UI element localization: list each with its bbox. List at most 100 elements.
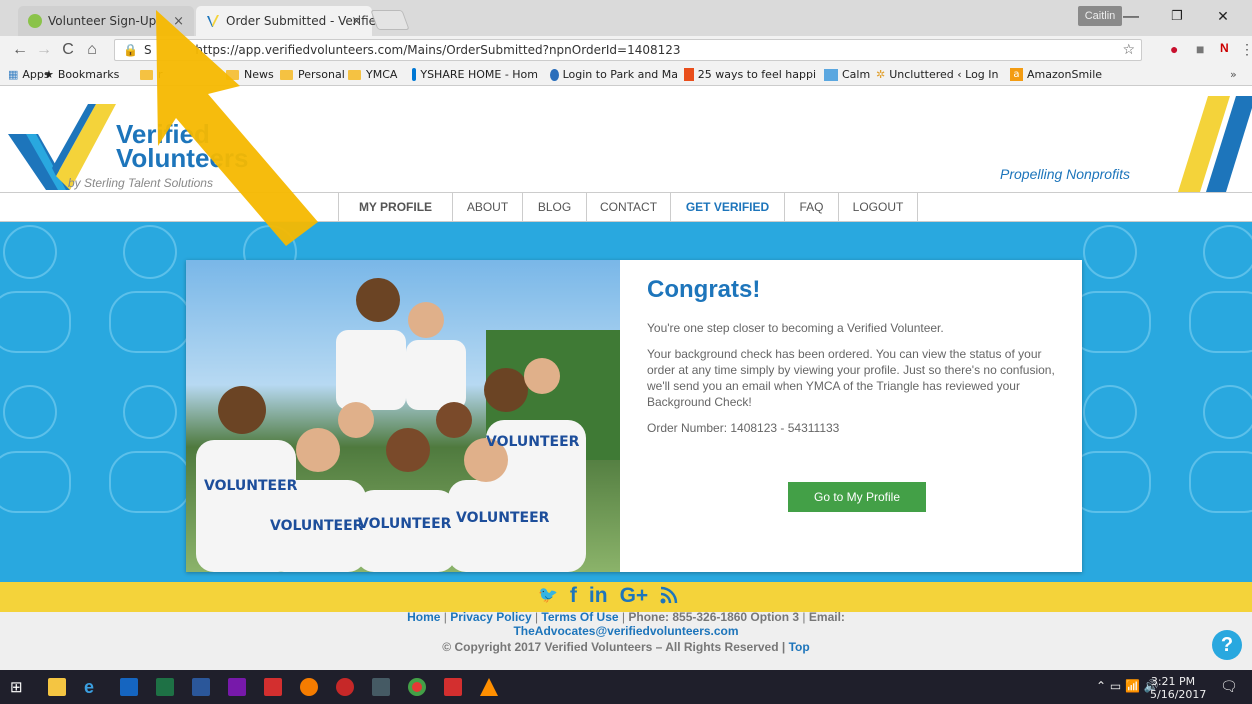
chrome-icon[interactable] — [408, 678, 426, 696]
bookmark-ymca[interactable]: YMCA — [348, 68, 397, 81]
facebook-icon[interactable]: f — [570, 582, 577, 612]
maximize-button[interactable]: ❐ — [1154, 8, 1200, 24]
extension-icon[interactable]: ■ — [1196, 41, 1204, 57]
star-icon[interactable]: ☆ — [1122, 40, 1135, 60]
footer-copyright: © Copyright 2017 Verified Volunteers – A… — [0, 640, 1252, 654]
word-icon[interactable] — [192, 678, 210, 696]
new-tab-button[interactable] — [370, 10, 410, 30]
logo-wordmark[interactable]: Verified Volunteers — [116, 121, 248, 171]
forward-button[interactable]: → — [32, 41, 56, 59]
volunteers-photo: VOLUNTEER VOLUNTEER VOLUNTEER VOLUNTEER … — [186, 260, 620, 572]
footer-link-top[interactable]: Top — [789, 640, 810, 654]
bookmark-bookmarks[interactable]: ★ Bookmarks — [44, 68, 119, 81]
bookmark-happiness[interactable]: 25 ways to feel happi — [684, 68, 816, 81]
outlook-icon[interactable] — [120, 678, 138, 696]
googleplus-icon[interactable]: G+ — [620, 582, 649, 612]
hero-section: VOLUNTEER VOLUNTEER VOLUNTEER VOLUNTEER … — [0, 222, 1252, 582]
logo-subtitle: by Sterling Talent Solutions — [68, 176, 213, 190]
file-explorer-icon[interactable] — [48, 678, 66, 696]
footer-links: Home | Privacy Policy | Terms Of Use | P… — [407, 610, 845, 638]
tab-volunteer-signup[interactable]: Volunteer Sign-Up × — [18, 6, 194, 36]
nav-contact[interactable]: CONTACT — [586, 193, 670, 222]
footer-link-terms[interactable]: Terms Of Use — [541, 610, 618, 624]
nav-get-verified[interactable]: GET VERIFIED — [670, 193, 784, 222]
tab-label: Volunteer Sign-Up — [48, 14, 157, 28]
sun-icon — [684, 68, 694, 81]
notifications-icon[interactable]: 🗨 — [1220, 679, 1238, 695]
menu-icon[interactable]: ⋮ — [1240, 41, 1252, 58]
bookmark-label: Calm — [842, 68, 871, 81]
home-button[interactable]: ⌂ — [80, 41, 104, 59]
clock[interactable]: 3:21 PM 5/16/2017 — [1150, 675, 1207, 701]
url-text: https://app.verifiedvolunteers.com/Mains… — [195, 43, 681, 57]
chrome-canary-icon[interactable] — [300, 678, 318, 696]
bookmark-label: Uncluttered ‹ Log In — [889, 68, 999, 81]
close-icon[interactable]: × — [351, 14, 362, 29]
help-button[interactable]: ? — [1212, 630, 1242, 660]
bookmark-label: YMCA — [366, 68, 398, 81]
star-icon: ★ — [44, 68, 54, 81]
main-nav: MY PROFILE ABOUT BLOG CONTACT GET VERIFI… — [0, 192, 1252, 222]
address-bar[interactable]: 🔒 S https://app.verifiedvolunteers.com/Ma… — [114, 39, 1142, 61]
body-text: Your background check has been ordered. … — [647, 347, 1055, 409]
remote-desktop-icon[interactable] — [372, 678, 390, 696]
bookmark-label: r — [158, 68, 163, 81]
confirmation-card: VOLUNTEER VOLUNTEER VOLUNTEER VOLUNTEER … — [186, 260, 1082, 572]
clock-time: 3:21 PM — [1150, 675, 1196, 688]
bookmark-label: AmazonSmile — [1027, 68, 1103, 81]
bookmark-label: YSHARE HOME - Hom — [420, 68, 538, 81]
decor-stripes-icon — [1178, 96, 1252, 192]
nav-faq[interactable]: FAQ — [784, 193, 838, 222]
pdf-icon[interactable] — [264, 678, 282, 696]
calm-icon — [824, 68, 838, 81]
shield-icon[interactable] — [336, 678, 354, 696]
vlc-icon[interactable] — [480, 678, 498, 696]
reload-button[interactable]: C — [56, 41, 80, 59]
bookmark-park[interactable]: Login to Park and Ma — [550, 68, 678, 81]
footer-phone: Phone: 855-326-1860 Option 3 — [628, 610, 800, 624]
go-to-profile-button[interactable]: Go to My Profile — [788, 482, 926, 512]
onenote-clipper-icon[interactable]: N — [1220, 41, 1229, 55]
browser-toolbar: ← → C ⌂ 🔒 S https://app.verifiedvolunteer… — [0, 36, 1252, 64]
pdf-reader-icon[interactable] — [444, 678, 462, 696]
close-icon[interactable]: × — [173, 14, 184, 29]
bookmarks-overflow-button[interactable]: » — [1230, 68, 1237, 81]
bookmark-uncluttered[interactable]: ✲ Uncluttered ‹ Log In — [876, 68, 999, 81]
window-close-button[interactable]: ✕ — [1200, 8, 1246, 25]
nav-my-profile[interactable]: MY PROFILE — [338, 193, 452, 222]
amazon-icon: a — [1010, 68, 1023, 81]
order-number: Order Number: 1408123 - 54311133 — [647, 421, 840, 435]
footer-link-home[interactable]: Home — [407, 610, 440, 624]
minimize-button[interactable]: — — [1108, 8, 1154, 26]
nav-blog[interactable]: BLOG — [522, 193, 586, 222]
folder-icon — [348, 69, 361, 80]
twitter-icon[interactable]: 🐦 — [538, 582, 558, 612]
bookmarks-bar: ▦ Apps ★ Bookmarks r News Personal YMCA YS… — [0, 64, 1252, 86]
clock-date: 5/16/2017 — [1150, 688, 1207, 701]
footer-email-label: Email: — [808, 610, 845, 624]
bookmark-label: 25 ways to feel happi — [697, 68, 816, 81]
tab-order-submitted[interactable]: Order Submitted - Verifie × — [196, 6, 376, 36]
pinterest-icon[interactable]: ● — [1170, 41, 1178, 57]
footer-link-privacy[interactable]: Privacy Policy — [450, 610, 531, 624]
windows-start-icon[interactable]: ⊞ — [10, 678, 28, 696]
back-button[interactable]: ← — [8, 41, 32, 59]
bookmark-personal[interactable]: Personal — [280, 68, 345, 81]
footer-email-link[interactable]: TheAdvocates@verifiedvolunteers.com — [513, 624, 738, 638]
linkedin-icon[interactable]: in — [589, 582, 608, 612]
nav-logout[interactable]: LOGOUT — [838, 193, 918, 222]
copyright-text: © Copyright 2017 Verified Volunteers – A… — [442, 640, 786, 654]
internet-explorer-icon[interactable]: e — [84, 678, 102, 696]
bookmark-amazon[interactable]: a AmazonSmile — [1010, 68, 1102, 81]
bookmark-yshare[interactable]: YSHARE HOME - Hom — [412, 68, 538, 81]
rss-icon[interactable] — [660, 582, 678, 612]
bookmark-calm[interactable]: Calm — [824, 68, 870, 81]
uncluttered-icon: ✲ — [876, 68, 886, 81]
bookmark-news[interactable]: News — [226, 68, 274, 81]
apps-grid-icon: ▦ — [8, 68, 19, 81]
onenote-icon[interactable] — [228, 678, 246, 696]
nav-about[interactable]: ABOUT — [452, 193, 522, 222]
folder-icon — [140, 69, 153, 80]
excel-icon[interactable] — [156, 678, 174, 696]
bookmark-folder[interactable]: r — [140, 68, 163, 81]
